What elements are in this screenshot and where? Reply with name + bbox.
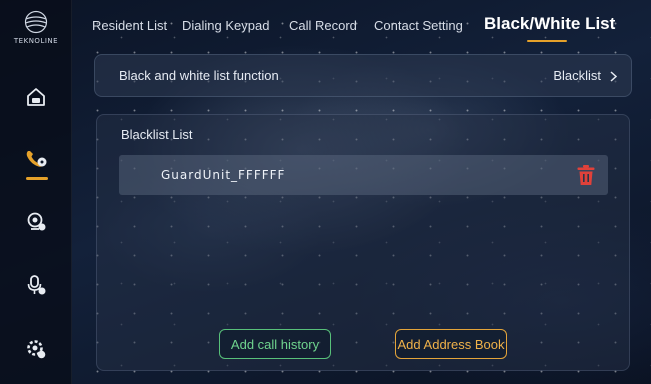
blacklist-panel: Blacklist List GuardUnit_FFFFFF Add call… (96, 114, 630, 371)
sidebar-item-home[interactable] (21, 82, 51, 112)
globe-logo-icon (24, 10, 48, 34)
sidebar-item-call[interactable] (21, 144, 51, 180)
list-function-value: Blacklist (553, 68, 601, 83)
panel-title: Blacklist List (121, 127, 193, 142)
brand-logo-text: TEKNOLINE (13, 37, 59, 45)
brand-logo: TEKNOLINE (0, 10, 72, 45)
sidebar-item-settings[interactable] (21, 334, 51, 364)
tab-black-white-list[interactable]: Black/White List (484, 14, 615, 34)
list-item[interactable]: GuardUnit_FFFFFF (119, 155, 608, 195)
list-function-label: Black and white list function (119, 68, 279, 83)
list-function-setting-row[interactable]: Black and white list function Blacklist (94, 54, 632, 97)
tab-resident-list[interactable]: Resident List (92, 18, 167, 33)
sidebar-item-camera[interactable] (21, 207, 51, 237)
home-lock-icon (27, 88, 45, 106)
trash-icon[interactable] (576, 164, 596, 186)
tab-call-record[interactable]: Call Record (289, 18, 357, 33)
tab-dialing-keypad[interactable]: Dialing Keypad (182, 18, 269, 33)
list-item-name: GuardUnit_FFFFFF (161, 168, 286, 182)
tab-contact-setting[interactable]: Contact Setting (374, 18, 463, 33)
chevron-right-icon (610, 71, 617, 82)
settings-gear-icon (27, 340, 46, 359)
top-tab-bar: Resident List Dialing Keypad Call Record… (86, 0, 651, 52)
active-tab-indicator (527, 40, 567, 42)
add-call-history-button[interactable]: Add call history (219, 329, 331, 359)
add-address-book-button[interactable]: Add Address Book (395, 329, 507, 359)
sidebar: TEKNOLINE (0, 0, 72, 384)
sidebar-item-voice[interactable] (21, 270, 51, 300)
mic-user-icon (27, 275, 46, 295)
phone-call-icon (26, 151, 47, 167)
camera-user-icon (27, 212, 46, 231)
